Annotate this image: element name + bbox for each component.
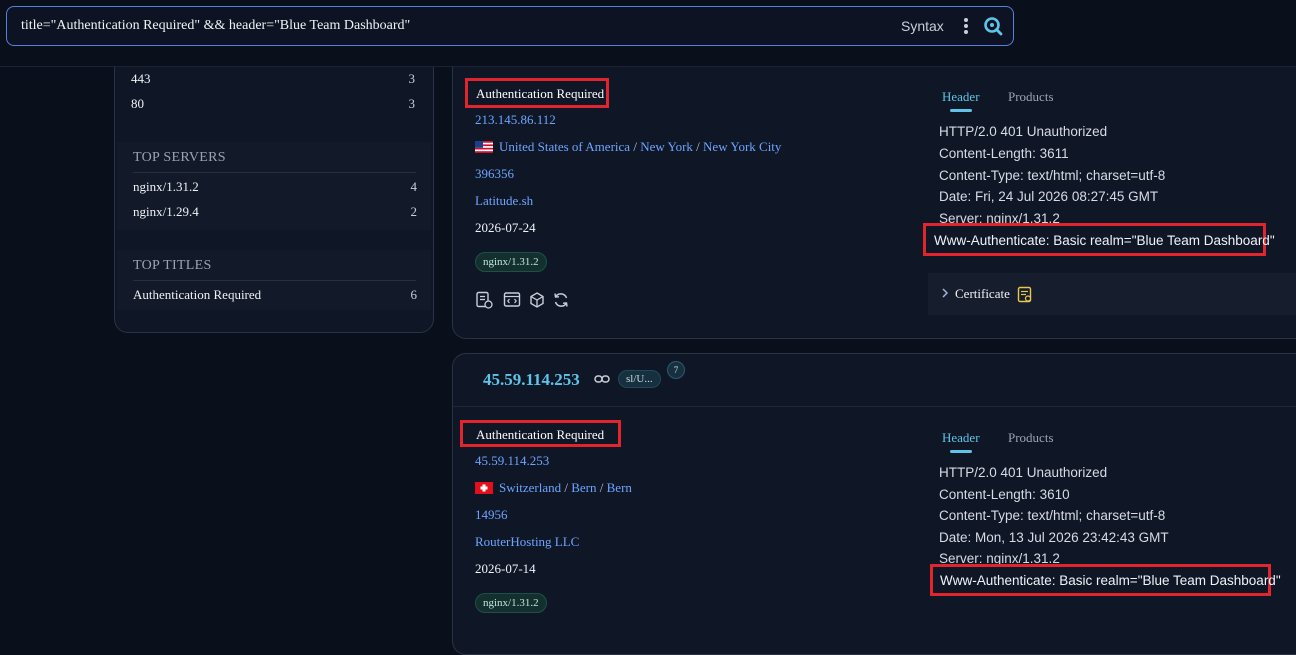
location: Switzerland / Bern / Bern	[475, 480, 632, 496]
search-input[interactable]: title="Authentication Required" && heade…	[21, 18, 410, 34]
tab-products[interactable]: Products	[1008, 89, 1054, 105]
top-titles-heading: TOP TITLES	[133, 258, 212, 273]
region-link[interactable]: Bern	[571, 480, 596, 495]
card-header: 45.59.114.253 sl/U... 7	[453, 354, 1296, 407]
facet-server-item[interactable]: nginx/1.29.4 2	[133, 204, 417, 220]
city-link[interactable]: New York City	[703, 139, 781, 154]
ip-link[interactable]: 213.145.86.112	[475, 112, 556, 128]
asn-link[interactable]: 396356	[475, 166, 514, 182]
header-line: Content-Type: text/html; charset=utf-8	[939, 508, 1166, 523]
page-title: Authentication Required	[476, 427, 605, 442]
tag-count-badge: 7	[667, 361, 685, 379]
top-bar: title="Authentication Required" && heade…	[0, 0, 1296, 67]
header-line: Date: Fri, 24 Jul 2026 08:27:45 GMT	[939, 189, 1159, 204]
result-card: 45.59.114.253 sl/U... 7	[452, 353, 1296, 655]
date-text: 2026-07-24	[475, 220, 536, 235]
asn-link[interactable]: 14956	[475, 507, 508, 523]
tab-header[interactable]: Header	[942, 430, 980, 446]
facet-port-443[interactable]: 443 3	[131, 71, 415, 87]
us-flag-icon	[475, 141, 493, 153]
server-tag[interactable]: nginx/1.31.2	[475, 252, 547, 272]
tab-products[interactable]: Products	[1008, 430, 1054, 446]
city-link[interactable]: Bern	[607, 480, 632, 495]
facet-server-item[interactable]: nginx/1.31.2 4	[133, 179, 417, 195]
cube-icon[interactable]	[528, 291, 546, 309]
report-icon[interactable]	[475, 291, 493, 309]
search-bar[interactable]: title="Authentication Required" && heade…	[6, 6, 1014, 46]
link-icon[interactable]	[594, 374, 610, 384]
top-titles-section: TOP TITLES Authentication Required 6	[117, 250, 431, 310]
search-icon[interactable]	[982, 15, 1004, 37]
header-line: Content-Length: 3611	[939, 146, 1069, 161]
top-servers-heading: TOP SERVERS	[133, 150, 226, 165]
code-icon[interactable]	[503, 291, 521, 309]
host-title-link[interactable]: 45.59.114.253	[483, 370, 580, 390]
date-text: 2026-07-14	[475, 561, 536, 576]
certificate-icon	[1017, 286, 1032, 303]
syntax-button[interactable]: Syntax	[901, 18, 944, 34]
country-link[interactable]: Switzerland	[499, 480, 561, 495]
divider	[133, 172, 416, 173]
certificate-label: Certificate	[955, 286, 1010, 301]
facet-title-item[interactable]: Authentication Required 6	[133, 287, 417, 303]
page-title-highlight: Authentication Required	[465, 78, 609, 108]
header-line: HTTP/2.0 401 Unauthorized	[939, 465, 1108, 480]
tab-underline	[950, 109, 972, 112]
header-line: Date: Mon, 13 Jul 2026 23:42:43 GMT	[939, 530, 1169, 545]
location: United States of America / New York / Ne…	[475, 139, 781, 155]
chevron-right-icon	[942, 288, 949, 298]
www-authenticate-line: Www-Authenticate: Basic realm="Blue Team…	[934, 233, 1275, 248]
org-link[interactable]: RouterHosting LLC	[475, 534, 579, 550]
switzerland-flag-icon	[475, 482, 493, 494]
header-line: Content-Type: text/html; charset=utf-8	[939, 168, 1166, 183]
country-link[interactable]: United States of America	[499, 139, 630, 154]
tab-header[interactable]: Header	[942, 89, 980, 105]
org-link[interactable]: Latitude.sh	[475, 193, 533, 209]
host-tag[interactable]: sl/U...	[618, 370, 661, 388]
top-servers-section: TOP SERVERS nginx/1.31.2 4 nginx/1.29.4 …	[117, 142, 431, 230]
tab-underline	[950, 450, 972, 453]
www-authenticate-highlight: Www-Authenticate: Basic realm="Blue Team…	[923, 223, 1275, 256]
certificate-section[interactable]: Certificate	[928, 273, 1296, 315]
more-options-icon[interactable]	[959, 17, 973, 35]
facet-port-80[interactable]: 80 3	[131, 96, 415, 112]
www-authenticate-line: Www-Authenticate: Basic realm="Blue Team…	[940, 573, 1281, 588]
header-line: Content-Length: 3610	[939, 487, 1070, 502]
header-line: HTTP/2.0 401 Unauthorized	[939, 124, 1108, 139]
www-authenticate-highlight: Www-Authenticate: Basic realm="Blue Team…	[930, 564, 1281, 596]
page-title: Authentication Required	[476, 86, 605, 101]
ip-link[interactable]: 45.59.114.253	[475, 453, 549, 469]
region-link[interactable]: New York	[640, 139, 693, 154]
refresh-icon[interactable]	[552, 291, 570, 309]
server-tag[interactable]: nginx/1.31.2	[475, 593, 547, 613]
page-title-highlight: Authentication Required	[460, 420, 621, 447]
facet-sidebar: 443 3 80 3 TOP SERVERS nginx/1.31.2 4 ng…	[114, 40, 434, 333]
divider	[133, 280, 416, 281]
